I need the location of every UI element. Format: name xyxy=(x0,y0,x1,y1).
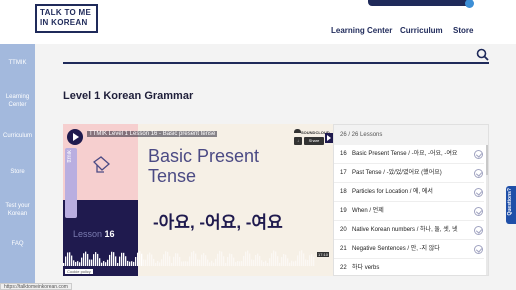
check-circle-icon[interactable] xyxy=(474,245,483,254)
sidebar-item-curriculum[interactable]: Curriculum xyxy=(0,132,35,140)
check-circle-icon[interactable] xyxy=(474,188,483,197)
lesson-list-scrollbar[interactable] xyxy=(486,145,488,275)
video-player[interactable]: ttmik TTMIK Level 1 Lesson 16 - Basic pr… xyxy=(63,124,333,276)
korean-endings: -아요, -어요, -여요 xyxy=(153,213,283,232)
check-circle-icon[interactable] xyxy=(474,150,483,159)
video-title[interactable]: TTMIK Level 1 Lesson 16 - Basic present … xyxy=(87,131,218,137)
search-icon[interactable] xyxy=(476,48,489,61)
lesson-item-number: 22 xyxy=(340,265,347,271)
video-heading: Basic Present Tense xyxy=(148,146,259,186)
sidebar-item-learning-center[interactable]: Learning Center xyxy=(0,93,35,109)
check-circle-icon[interactable] xyxy=(474,169,483,178)
lesson-item-number: 20 xyxy=(340,227,347,233)
share-button[interactable]: Share xyxy=(304,137,324,145)
download-icon[interactable]: ↓ xyxy=(294,137,302,145)
search-underline xyxy=(63,62,489,64)
video-heading-line-2: Tense xyxy=(148,166,197,186)
nav-store[interactable]: Store xyxy=(453,26,473,35)
lesson-number: 16 xyxy=(104,229,115,239)
lesson-item-number: 18 xyxy=(340,189,347,195)
sidebar-item-faq[interactable]: FAQ xyxy=(0,240,35,248)
site-header: TALK TO ME IN KOREAN Learning Center Cur… xyxy=(0,0,516,44)
questions-feedback-tab[interactable]: Questions? xyxy=(506,186,516,224)
lesson-item[interactable]: 19 When / 언제 xyxy=(334,202,484,221)
ttmik-logo[interactable]: TALK TO ME IN KOREAN xyxy=(35,4,98,33)
lesson-item-title: 하다 verbs xyxy=(352,265,380,271)
soundcloud-icon xyxy=(294,129,301,133)
page-title: Level 1 Korean Grammar xyxy=(63,90,194,102)
lesson-item-number: 19 xyxy=(340,208,347,214)
play-button[interactable] xyxy=(67,129,83,145)
lesson-count: 26 / 26 Lessons xyxy=(334,125,488,145)
lesson-item-title: When / 언제 xyxy=(352,208,384,214)
track-duration: 17:10 xyxy=(317,252,330,257)
video-vertical-tab: ttmik xyxy=(67,150,73,163)
check-circle-icon[interactable] xyxy=(474,226,483,235)
logo-line-1: TALK TO ME xyxy=(40,8,92,17)
lesson-item[interactable]: 22 하다 verbs xyxy=(334,259,484,275)
lesson-item[interactable]: 20 Native Korean numbers / 하나, 둘, 셋, 넷 xyxy=(334,221,484,240)
sidebar-item-ttmik[interactable]: TTMIK xyxy=(0,59,35,67)
lesson-word: Lesson xyxy=(73,229,103,239)
lesson-item[interactable]: 21 Negative Sentences / 안, -지 않다 xyxy=(334,240,484,259)
questions-label: Questions? xyxy=(507,188,513,216)
sidebar: TTMIK Learning Center Curriculum Store T… xyxy=(0,44,35,290)
nav-learning-center[interactable]: Learning Center xyxy=(331,26,392,35)
lesson-item-title: Particles for Location / 에, 에서 xyxy=(352,189,433,195)
status-bar-url: https://talktomeinkorean.com xyxy=(0,283,72,290)
lesson-item-number: 16 xyxy=(340,151,347,157)
lesson-item-title: Basic Present Tense / -아요, -어요, -여요 xyxy=(352,151,458,157)
lesson-item-title: Negative Sentences / 안, -지 않다 xyxy=(352,246,440,252)
cookie-policy-link[interactable]: Cookie policy xyxy=(65,269,93,274)
lesson-item-number: 21 xyxy=(340,246,347,252)
logo-line-2: IN KOREAN xyxy=(40,18,88,27)
lesson-item[interactable]: 16 Basic Present Tense / -아요, -어요, -여요 xyxy=(334,145,484,164)
audio-waveform[interactable] xyxy=(63,245,315,266)
pencil-note-icon xyxy=(92,156,110,173)
nav-curriculum[interactable]: Curriculum xyxy=(400,26,443,35)
check-circle-icon[interactable] xyxy=(474,207,483,216)
sidebar-item-test-your-korean[interactable]: Test your Korean xyxy=(0,202,35,218)
main-content: Level 1 Korean Grammar ttmik TTMIK Level… xyxy=(35,44,516,290)
lesson-item[interactable]: 18 Particles for Location / 에, 에서 xyxy=(334,183,484,202)
progress-thumb xyxy=(465,0,474,8)
sidebar-item-store[interactable]: Store xyxy=(0,168,35,176)
next-track-button[interactable] xyxy=(325,133,333,143)
video-heading-line-1: Basic Present xyxy=(148,146,260,166)
top-progress-bar xyxy=(368,0,474,8)
scrollbar-thumb[interactable] xyxy=(486,145,488,175)
lesson-item[interactable]: 17 Past Tense / -았/었/였어요 (했어요) xyxy=(334,164,484,183)
lesson-item-number: 17 xyxy=(340,170,347,176)
lesson-list: 26 / 26 Lessons 16 Basic Present Tense /… xyxy=(333,124,489,276)
lesson-item-title: Native Korean numbers / 하나, 둘, 셋, 넷 xyxy=(352,227,458,233)
lesson-item-title: Past Tense / -았/었/였어요 (했어요) xyxy=(352,170,442,176)
lesson-number-label: Lesson 16 xyxy=(73,229,115,239)
